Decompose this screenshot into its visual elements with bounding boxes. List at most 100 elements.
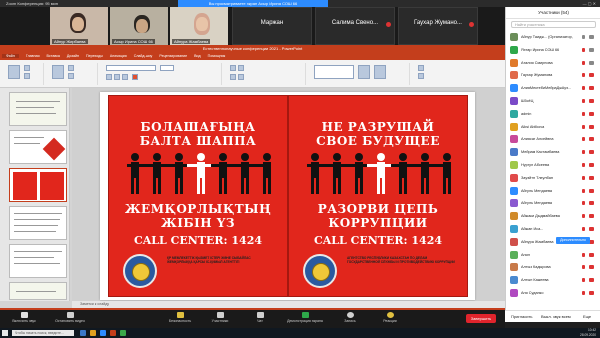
mic-status-icon (582, 291, 585, 295)
window-controls[interactable]: — ▢ ✕ (583, 0, 596, 7)
participant-row[interactable]: Нургул Абсеева (506, 159, 600, 171)
participant-row[interactable]: Аня Судапко (506, 287, 600, 299)
cut-icon[interactable] (24, 65, 30, 71)
participant-search-input[interactable]: Найти участника (511, 21, 596, 28)
system-clock[interactable]: 10:42 28.09.2020 (580, 328, 596, 338)
participant-row[interactable]: Айгуль Мендаева (506, 197, 600, 209)
participant-row[interactable]: Айжаки Дыдмайбаева (506, 210, 600, 222)
current-slide[interactable]: БОЛАШАҒЫҢА БАЛТА ШАППА ЖЕМҚОРЛЫҚТЫҢ ЖІБІ… (100, 92, 475, 300)
participant-row[interactable]: Анил (506, 249, 600, 261)
participant-row[interactable]: Зауэйтн Тлеулбан (506, 172, 600, 184)
share-screen-button[interactable]: Демонстрация экрана (280, 311, 330, 327)
participants-header: Участники (54) (506, 7, 600, 19)
tab-home[interactable]: Главная (26, 54, 40, 58)
bold-icon[interactable] (106, 74, 112, 80)
slide-notes[interactable]: Заметки к слайду (72, 301, 505, 308)
tab-transitions[interactable]: Переходы (86, 54, 103, 58)
tab-animations[interactable]: Анимация (110, 54, 127, 58)
underline-icon[interactable] (122, 74, 128, 80)
participant-row[interactable]: admin (506, 108, 600, 120)
slide-thumbnail[interactable]: 6 (9, 282, 67, 300)
participant-row[interactable]: Айгуль Мендаева (506, 185, 600, 197)
video-tile[interactable]: Айнура Жамбаева (170, 7, 228, 45)
tab-help[interactable]: Помощник (208, 54, 226, 58)
end-meeting-button[interactable]: Завершить (466, 314, 496, 323)
avatar (510, 237, 518, 246)
mute-all-button[interactable]: Выкл. звук всем (541, 311, 571, 323)
participant-row[interactable]: Алтыз Кадырова (506, 261, 600, 273)
screen-share-banner[interactable]: Вы просматриваете экран Асыр Ирина СОШ 6… (178, 0, 328, 7)
tab-view[interactable]: Вид (194, 54, 201, 58)
tab-review[interactable]: Рецензирование (159, 54, 187, 58)
shapes-gallery[interactable] (314, 65, 354, 79)
participants-icon (216, 312, 224, 318)
tab-slideshow[interactable]: Слайд-шоу (134, 54, 153, 58)
participant-row[interactable]: Aiksi Abilkova (506, 121, 600, 133)
powerpoint-app-icon[interactable] (110, 330, 116, 336)
avatar (510, 161, 518, 169)
slide-thumbnail-selected[interactable]: 3 (9, 168, 67, 202)
meeting-controls: Включить звук Остановить видео Безопасно… (0, 310, 505, 328)
chrome-app-icon[interactable] (120, 330, 126, 336)
video-tile[interactable]: Айнур Жирбаева (50, 7, 108, 45)
video-tile[interactable]: Гаухар Жумано... (398, 7, 478, 45)
windows-start-icon[interactable] (2, 330, 8, 336)
mic-status-icon (582, 60, 585, 65)
participant-row[interactable]: Алиясаг Алсейвна (506, 133, 600, 145)
slide-thumbnail[interactable]: 5 (9, 244, 67, 278)
copy-icon[interactable] (24, 73, 30, 79)
slide-thumbnail[interactable]: 2 (9, 130, 67, 164)
zoom-app-icon[interactable] (100, 330, 106, 336)
bullets-icon[interactable] (230, 65, 236, 71)
video-tile[interactable]: Асыр Ирина СОШ 66 (110, 7, 168, 45)
participant-row[interactable]: Гаухар Жуманова (506, 69, 600, 81)
arrange-icon[interactable] (358, 65, 370, 79)
participant-row[interactable]: Яхтар Ирина СОШ 66 (506, 44, 600, 56)
tab-file[interactable]: Файл (2, 54, 19, 58)
slide-thumbnail[interactable]: 1 (9, 92, 67, 126)
poster-heading-line1: БОЛАШАҒЫҢА (140, 120, 256, 134)
participant-row[interactable]: Аталия Смирнова (506, 57, 600, 69)
layout-icon[interactable] (68, 65, 74, 71)
italic-icon[interactable] (114, 74, 120, 80)
tab-design[interactable]: Дизайн (67, 54, 79, 58)
tab-insert[interactable]: Вставка (47, 54, 60, 58)
participant-row[interactable]: Алтын Кажеева (506, 274, 600, 286)
paste-icon[interactable] (8, 65, 20, 79)
slide-thumbnail[interactable]: 4 (9, 206, 67, 240)
camera-status-icon (589, 99, 594, 103)
participant-row[interactable]: Ш5сёЦ (506, 95, 600, 107)
quick-styles-icon[interactable] (374, 65, 386, 79)
font-size-select[interactable] (160, 65, 174, 71)
more-button[interactable]: Еще (583, 311, 591, 323)
chat-button[interactable]: Чат (240, 311, 280, 327)
video-tile[interactable]: Маржан (232, 7, 312, 45)
participants-button[interactable]: Участники (200, 311, 240, 327)
new-slide-icon[interactable] (52, 65, 64, 79)
file-explorer-icon[interactable] (90, 330, 96, 336)
find-icon[interactable] (418, 65, 424, 71)
stop-video-button[interactable]: Остановить видео (50, 311, 90, 327)
invite-button[interactable]: Пригласить (511, 311, 532, 323)
participant-row[interactable]: Айнур Таидж... (Организатор, я) (506, 31, 600, 43)
font-color-icon[interactable] (132, 74, 138, 80)
replace-icon[interactable] (418, 73, 424, 79)
security-button[interactable]: Безопасность (160, 311, 200, 327)
ppt-ribbon-tabs: Файл Главная Вставка Дизайн Переходы Ани… (0, 53, 505, 60)
more-options-button[interactable]: Дополнительно (556, 237, 590, 244)
record-button[interactable]: Запись (330, 311, 370, 327)
human-chain-illustration (127, 153, 271, 194)
participant-row[interactable]: АлияМектебиМейраДжАуэ... (506, 82, 600, 94)
numbering-icon[interactable] (238, 65, 244, 71)
reset-icon[interactable] (68, 73, 74, 79)
participant-row[interactable]: Айжан Иса... (506, 223, 600, 235)
unmute-button[interactable]: Включить звук (4, 311, 44, 327)
align-center-icon[interactable] (238, 74, 244, 80)
font-select[interactable] (106, 65, 156, 71)
video-tile[interactable]: Салима Свено... (315, 7, 395, 45)
task-view-icon[interactable] (80, 330, 86, 336)
reactions-button[interactable]: Реакции (370, 311, 410, 327)
participant-row[interactable]: Мейрам Кастамбаева (506, 146, 600, 158)
taskbar-search-input[interactable]: Чтобы начать поиск, введите... (12, 330, 74, 336)
align-left-icon[interactable] (230, 74, 236, 80)
